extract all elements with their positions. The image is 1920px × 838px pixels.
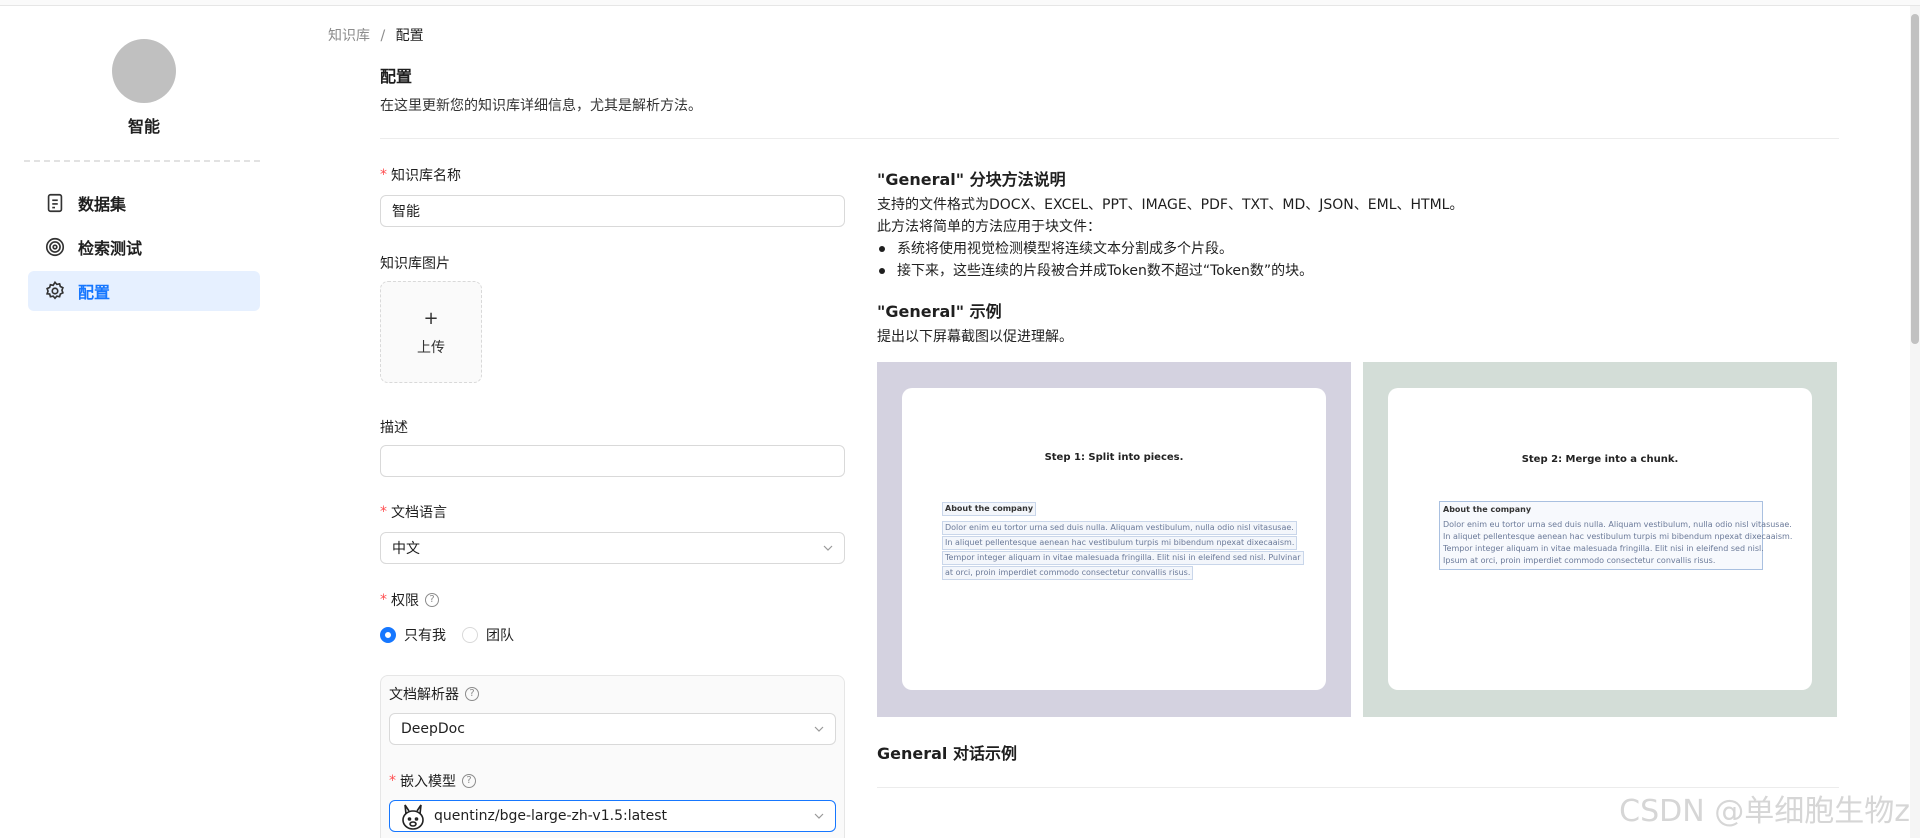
doc-line: Tempor integer aliquam in vitae malesuad… <box>942 551 1304 565</box>
list-item: 系统将使用视觉检测模型将连续文本分割成多个片段。 <box>877 238 1313 260</box>
step-title: Step 2: Merge into a chunk. <box>1521 454 1679 465</box>
target-icon <box>45 237 65 257</box>
doc-line: In aliquet pellentesque aenean hac vesti… <box>942 536 1298 550</box>
embedding-value: quentinz/bge-large-zh-v1.5:latest <box>434 808 668 824</box>
supported-formats: 支持的文件格式为DOCX、EXCEL、PPT、IMAGE、PDF、TXT、MD、… <box>877 197 1464 213</box>
chevron-down-icon <box>814 813 824 819</box>
example-card: Step 1: Split into pieces. About the com… <box>902 388 1326 690</box>
kb-name-input[interactable]: 智能 <box>380 195 845 227</box>
required-mark: * <box>389 773 396 789</box>
description-input[interactable] <box>380 445 845 477</box>
sidebar-item-dataset[interactable]: 数据集 <box>28 183 260 223</box>
doc-line: In aliquet pellentesque aenean hac vesti… <box>1443 532 1793 541</box>
language-label-text: 文档语言 <box>391 505 447 521</box>
chevron-down-icon <box>823 545 833 551</box>
sidebar-item-label: 配置 <box>78 283 111 302</box>
help-icon[interactable]: ? <box>425 593 439 607</box>
permission-label: * 权限 ? <box>380 590 439 610</box>
method-bullets: 系统将使用视觉检测模型将连续文本分割成多个片段。 接下来，这些连续的片段被合并成… <box>877 238 1313 282</box>
dialog-title: General 对话示例 <box>877 744 1017 763</box>
doc-line: Dolor enim eu tortor urna sed duis nulla… <box>1443 520 1792 529</box>
doc-heading: About the company <box>1443 505 1532 514</box>
embedding-select[interactable]: quentinz/bge-large-zh-v1.5:latest <box>389 800 836 832</box>
required-mark: * <box>380 592 387 608</box>
scrollbar[interactable] <box>1910 6 1920 838</box>
gear-icon <box>45 280 64 300</box>
top-edge <box>0 0 1920 6</box>
scroll-thumb[interactable] <box>1911 14 1919 344</box>
breadcrumb: 知识库 / 配置 <box>328 25 424 45</box>
breadcrumb-current: 配置 <box>395 28 424 44</box>
required-mark: * <box>380 167 387 183</box>
document-icon <box>47 193 63 213</box>
description-label: 描述 <box>380 420 408 436</box>
breadcrumb-separator: / <box>380 28 386 44</box>
watermark: CSDN @单细胞生物z <box>1619 794 1910 829</box>
sidebar-item-label: 检索测试 <box>78 239 143 258</box>
list-item: 接下来，这些连续的片段被合并成Token数不超过“Token数”的块。 <box>877 260 1313 282</box>
language-select[interactable]: 中文 <box>380 532 845 564</box>
sidebar-item-config[interactable]: 配置 <box>28 271 260 311</box>
sidebar-divider <box>24 160 260 162</box>
example-image-split: Step 1: Split into pieces. About the com… <box>877 362 1351 717</box>
name-label-text: 知识库名称 <box>391 168 461 184</box>
step-title: Step 1: Split into pieces. <box>1044 452 1184 463</box>
upload-button[interactable]: + 上传 <box>380 281 482 383</box>
image-label: 知识库图片 <box>380 256 450 272</box>
plus-icon: + <box>423 307 439 329</box>
example-title: "General" 示例 <box>877 302 1002 321</box>
help-icon[interactable]: ? <box>462 774 476 788</box>
radio-team-label[interactable]: 团队 <box>486 625 514 645</box>
radio-team[interactable] <box>462 627 478 643</box>
example-doc: About the company Dolor enim eu tortor u… <box>1439 501 1793 570</box>
radio-only-me-label[interactable]: 只有我 <box>404 625 446 645</box>
example-desc: 提出以下屏幕截图以促进理解。 <box>877 329 1073 345</box>
chevron-down-icon <box>814 726 824 732</box>
example-card: Step 2: Merge into a chunk. About the co… <box>1388 388 1812 690</box>
kb-avatar <box>112 39 176 103</box>
embedding-label-text: 嵌入模型 <box>400 774 456 790</box>
doc-line: Ipsum at orci, proin imperdiet commodo c… <box>1443 556 1716 565</box>
parser-select[interactable]: DeepDoc <box>389 713 836 745</box>
method-desc: 此方法将简单的方法应用于块文件： <box>877 219 1101 235</box>
doc-line: Tempor integer aliquam in vitae malesuad… <box>1443 544 1764 553</box>
breadcrumb-root[interactable]: 知识库 <box>328 28 370 44</box>
doc-line: Dolor enim eu tortor urna sed duis nulla… <box>942 521 1297 535</box>
sidebar-item-retrieval-test[interactable]: 检索测试 <box>28 227 260 267</box>
doc-heading: About the company <box>942 502 1037 516</box>
doc-line: at orci, proin imperdiet commodo consect… <box>942 566 1194 580</box>
parser-label: 文档解析器 ? <box>389 684 479 704</box>
example-doc: About the company Dolor enim eu tortor u… <box>942 502 1304 581</box>
sidebar: 智能 数据集 检索测试 配置 <box>0 6 288 838</box>
upload-label: 上传 <box>417 339 445 356</box>
example-image-merge: Step 2: Merge into a chunk. About the co… <box>1363 362 1837 717</box>
parser-value: DeepDoc <box>401 721 465 737</box>
radio-only-me[interactable] <box>380 627 396 643</box>
page-title: 配置 <box>380 67 413 86</box>
header-divider <box>380 138 1839 139</box>
language-label: * 文档语言 <box>380 502 447 522</box>
embedding-label: * 嵌入模型 ? <box>389 771 476 791</box>
permission-radio-group: 只有我 团队 <box>380 625 530 645</box>
sidebar-item-label: 数据集 <box>78 195 127 214</box>
help-icon[interactable]: ? <box>465 687 479 701</box>
language-value: 中文 <box>392 541 420 557</box>
parser-label-text: 文档解析器 <box>389 687 459 703</box>
llama-icon <box>402 804 424 830</box>
required-mark: * <box>380 504 387 520</box>
name-label: * 知识库名称 <box>380 165 461 185</box>
kb-name-value: 智能 <box>392 204 420 220</box>
method-title: "General" 分块方法说明 <box>877 170 1066 189</box>
kb-name: 智能 <box>127 117 160 136</box>
permission-label-text: 权限 <box>391 593 419 609</box>
page-subtitle: 在这里更新您的知识库详细信息，尤其是解析方法。 <box>380 98 702 114</box>
